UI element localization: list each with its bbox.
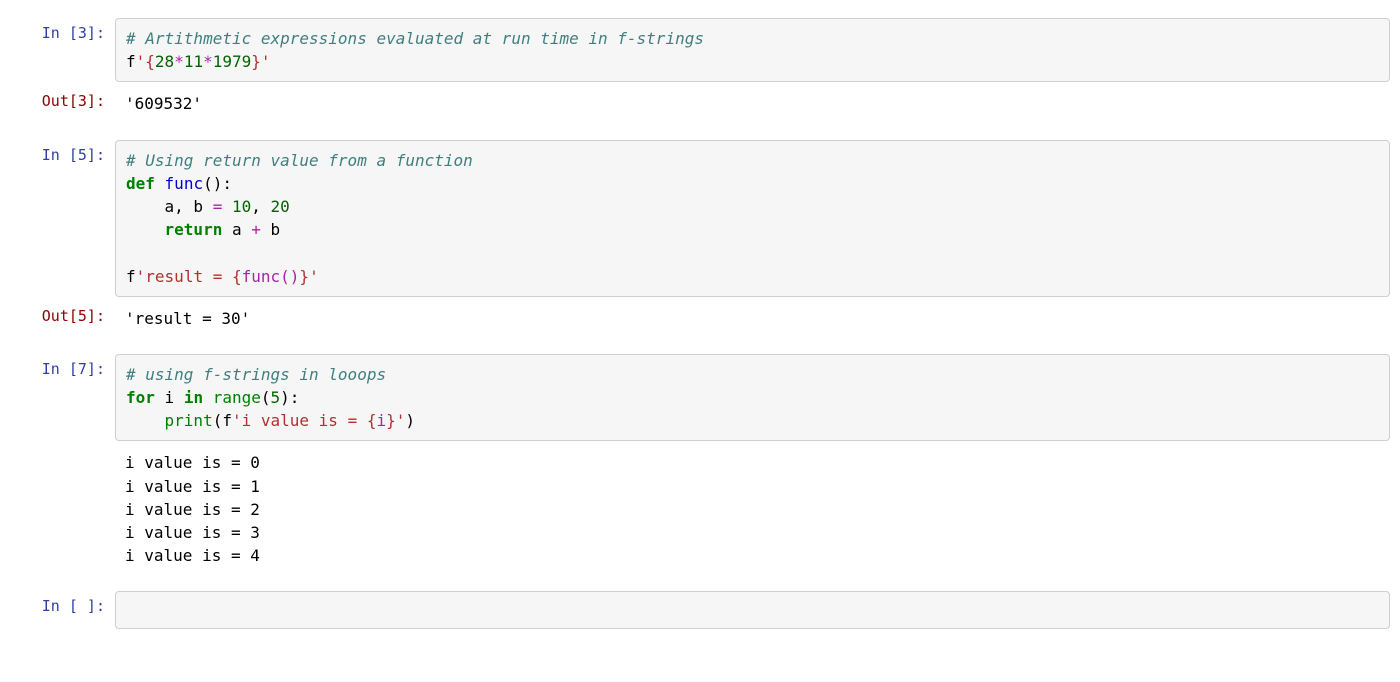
input-prompt: In [ ]:	[10, 591, 115, 615]
code-input[interactable]: # Using return value from a function def…	[115, 140, 1390, 297]
code-cell: In [ ]:	[10, 591, 1390, 629]
f-prefix: f	[126, 52, 136, 71]
quote: '	[261, 52, 271, 71]
input-prompt: In [7]:	[10, 354, 115, 378]
keyword-in: in	[184, 388, 203, 407]
brace: {	[145, 52, 155, 71]
input-prompt: In [5]:	[10, 140, 115, 164]
code-input[interactable]: # Artithmetic expressions evaluated at r…	[115, 18, 1390, 82]
output-cell: Out[3]: '609532'	[10, 86, 1390, 121]
builtin-print: print	[165, 411, 213, 430]
brace: }	[251, 52, 261, 71]
output-prompt: Out[5]:	[10, 301, 115, 325]
code-input[interactable]	[115, 591, 1390, 629]
comment: # Using return value from a function	[126, 151, 473, 170]
empty-prompt	[10, 445, 115, 451]
output-cell: Out[5]: 'result = 30'	[10, 301, 1390, 336]
code-cell: In [7]: # using f-strings in looops for …	[10, 354, 1390, 442]
comment: # Artithmetic expressions evaluated at r…	[126, 29, 704, 48]
code-cell: In [3]: # Artithmetic expressions evalua…	[10, 18, 1390, 82]
stream-output-cell: i value is = 0 i value is = 1 i value is…	[10, 445, 1390, 573]
input-prompt: In [3]:	[10, 18, 115, 42]
comment: # using f-strings in looops	[126, 365, 386, 384]
output-text: '609532'	[115, 86, 1390, 121]
keyword-for: for	[126, 388, 155, 407]
code-cell: In [5]: # Using return value from a func…	[10, 140, 1390, 297]
output-prompt: Out[3]:	[10, 86, 115, 110]
keyword-def: def	[126, 174, 155, 193]
code-input[interactable]: # using f-strings in looops for i in ran…	[115, 354, 1390, 442]
keyword-return: return	[165, 220, 223, 239]
builtin-range: range	[213, 388, 261, 407]
func-name: func	[165, 174, 204, 193]
output-text: 'result = 30'	[115, 301, 1390, 336]
interp: 28*11*1979	[155, 52, 251, 71]
stream-output: i value is = 0 i value is = 1 i value is…	[115, 445, 1390, 573]
quote: '	[136, 52, 146, 71]
